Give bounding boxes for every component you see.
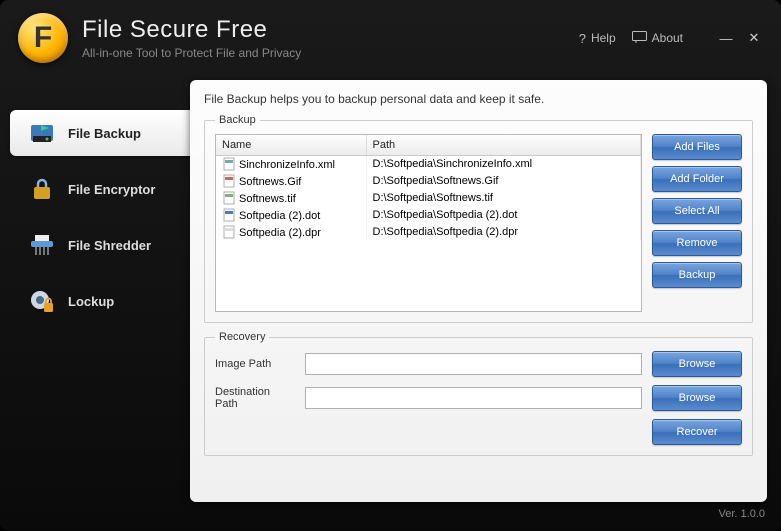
table-row[interactable]: Softnews.tifD:\Softpedia\Softnews.tif bbox=[216, 189, 641, 206]
minimize-button[interactable]: — bbox=[717, 30, 735, 46]
app-title: File Secure Free bbox=[82, 16, 579, 44]
help-label: Help bbox=[591, 31, 616, 45]
add-folder-button[interactable]: Add Folder bbox=[652, 166, 742, 192]
about-icon bbox=[632, 31, 647, 46]
close-button[interactable]: ✕ bbox=[745, 30, 763, 46]
col-path[interactable]: Path bbox=[366, 135, 641, 155]
backup-button[interactable]: Backup bbox=[652, 262, 742, 288]
sidebar-item-label: File Encryptor bbox=[68, 182, 155, 197]
sidebar-item-file-encryptor[interactable]: File Encryptor bbox=[0, 166, 190, 212]
backup-legend: Backup bbox=[215, 114, 260, 126]
browse-image-button[interactable]: Browse bbox=[652, 351, 742, 377]
table-row[interactable]: SinchronizeInfo.xmlD:\Softpedia\Sinchron… bbox=[216, 155, 641, 172]
app-window: F File Secure Free All-in-one Tool to Pr… bbox=[0, 0, 781, 531]
title-block: File Secure Free All-in-one Tool to Prot… bbox=[82, 16, 579, 60]
main-panel: File Backup helps you to backup personal… bbox=[190, 80, 767, 502]
table-row[interactable]: Softpedia (2).dprD:\Softpedia\Softpedia … bbox=[216, 223, 641, 240]
select-all-button[interactable]: Select All bbox=[652, 198, 742, 224]
app-subtitle: All-in-one Tool to Protect File and Priv… bbox=[82, 46, 579, 60]
about-label: About bbox=[652, 31, 683, 45]
header: F File Secure Free All-in-one Tool to Pr… bbox=[0, 0, 781, 72]
backup-icon bbox=[28, 120, 56, 146]
destination-path-label: Destination Path bbox=[215, 386, 295, 410]
sidebar-item-label: File Backup bbox=[68, 126, 141, 141]
recovery-group: Recovery Image Path Browse Destination P… bbox=[204, 331, 753, 456]
sidebar-item-label: Lockup bbox=[68, 294, 114, 309]
sidebar-item-label: File Shredder bbox=[68, 238, 151, 253]
recovery-legend: Recovery bbox=[215, 331, 269, 343]
help-icon: ? bbox=[579, 31, 586, 46]
table-row[interactable]: Softpedia (2).dotD:\Softpedia\Softpedia … bbox=[216, 206, 641, 223]
sidebar-item-lockup[interactable]: Lockup bbox=[0, 278, 190, 324]
file-table[interactable]: Name Path SinchronizeInfo.xmlD:\Softpedi… bbox=[215, 134, 642, 312]
body: File Backup File Encryptor File Shredder… bbox=[0, 72, 781, 502]
sidebar-item-file-backup[interactable]: File Backup bbox=[10, 110, 190, 156]
encryptor-icon bbox=[28, 176, 56, 202]
col-name[interactable]: Name bbox=[216, 135, 366, 155]
lockup-icon bbox=[28, 288, 56, 314]
backup-buttons: Add Files Add Folder Select All Remove B… bbox=[652, 134, 742, 312]
table-row[interactable]: Softnews.GifD:\Softpedia\Softnews.Gif bbox=[216, 172, 641, 189]
add-files-button[interactable]: Add Files bbox=[652, 134, 742, 160]
about-link[interactable]: About bbox=[632, 31, 683, 46]
image-path-label: Image Path bbox=[215, 358, 295, 370]
shredder-icon bbox=[28, 232, 56, 258]
help-text: File Backup helps you to backup personal… bbox=[204, 92, 753, 106]
remove-button[interactable]: Remove bbox=[652, 230, 742, 256]
help-link[interactable]: ? Help bbox=[579, 31, 616, 46]
browse-destination-button[interactable]: Browse bbox=[652, 385, 742, 411]
recover-button[interactable]: Recover bbox=[652, 419, 742, 445]
logo-icon: F bbox=[18, 13, 68, 63]
backup-group: Backup Name Path SinchronizeInfo.xmlD:\S… bbox=[204, 114, 753, 323]
sidebar: File Backup File Encryptor File Shredder… bbox=[0, 80, 190, 502]
image-path-input[interactable] bbox=[305, 353, 642, 375]
sidebar-item-file-shredder[interactable]: File Shredder bbox=[0, 222, 190, 268]
destination-path-input[interactable] bbox=[305, 387, 642, 409]
header-right: ? Help About — ✕ bbox=[579, 30, 763, 46]
version-label: Ver. 1.0.0 bbox=[0, 502, 781, 520]
